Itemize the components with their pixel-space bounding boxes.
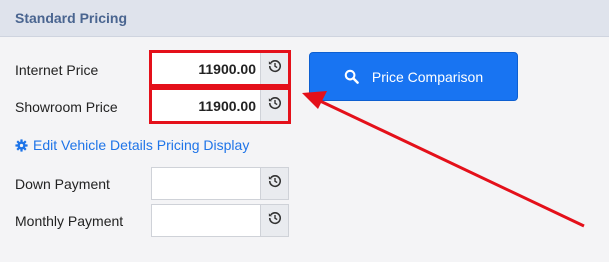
monthly-payment-label: Monthly Payment (15, 213, 124, 229)
history-icon (268, 96, 282, 115)
internet-price-input[interactable] (151, 52, 260, 85)
price-comparison-button[interactable]: Price Comparison (309, 52, 518, 101)
monthly-payment-input[interactable] (151, 204, 260, 237)
showroom-price-reset-button[interactable] (260, 89, 289, 122)
down-payment-reset-button[interactable] (260, 167, 289, 200)
showroom-price-label: Showroom Price (15, 99, 118, 115)
price-comparison-label: Price Comparison (371, 68, 484, 85)
history-icon (268, 59, 282, 78)
search-icon (344, 69, 359, 84)
panel-title: Standard Pricing (15, 10, 128, 26)
showroom-price-input[interactable] (151, 89, 260, 122)
down-payment-input[interactable] (151, 167, 260, 200)
monthly-payment-reset-button[interactable] (260, 204, 289, 237)
internet-price-label: Internet Price (15, 62, 99, 78)
internet-price-group (151, 52, 289, 85)
gear-icon (15, 138, 28, 152)
edit-pricing-display-link[interactable]: Edit Vehicle Details Pricing Display (15, 137, 249, 153)
showroom-price-group (151, 89, 289, 122)
internet-price-reset-button[interactable] (260, 52, 289, 85)
edit-pricing-display-label: Edit Vehicle Details Pricing Display (33, 137, 250, 153)
down-payment-group (151, 167, 289, 200)
panel-header: Standard Pricing (0, 0, 609, 37)
history-icon (268, 174, 282, 193)
monthly-payment-group (151, 204, 289, 237)
down-payment-label: Down Payment (15, 176, 110, 192)
history-icon (268, 211, 282, 230)
